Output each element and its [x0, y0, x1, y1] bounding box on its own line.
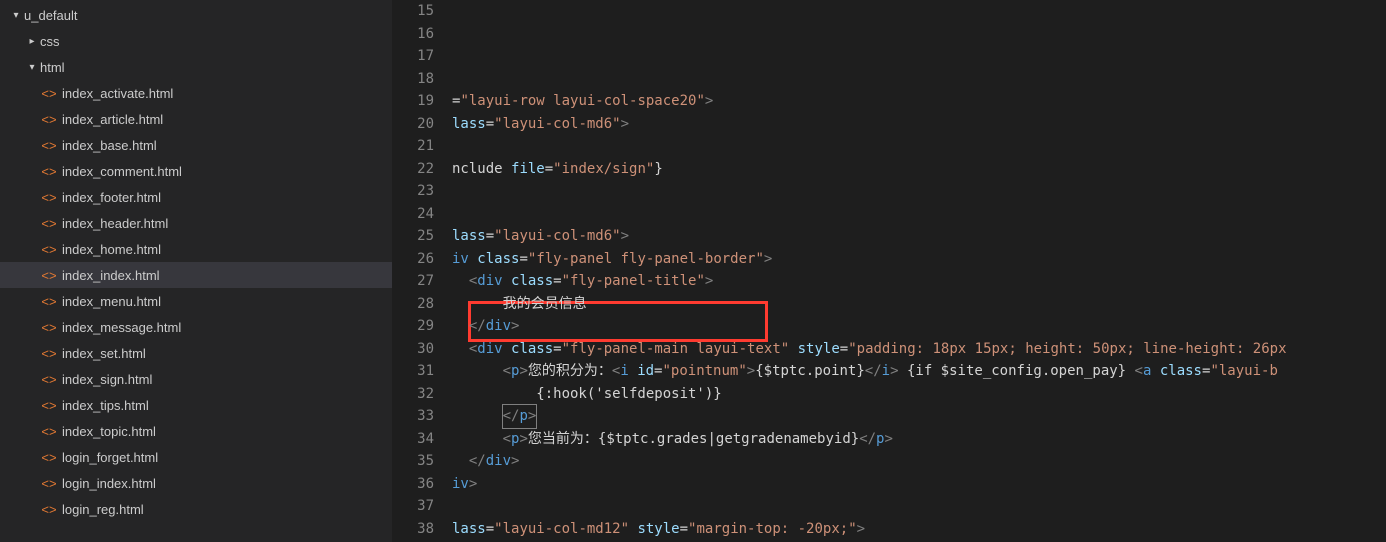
file-index_message-html[interactable]: <> index_message.html: [0, 314, 392, 340]
file-index_home-html[interactable]: <> index_home.html: [0, 236, 392, 262]
file-index_footer-html[interactable]: <> index_footer.html: [0, 184, 392, 210]
file-index_tips-html[interactable]: <> index_tips.html: [0, 392, 392, 418]
file-login_forget-html[interactable]: <> login_forget.html: [0, 444, 392, 470]
file-label: index_footer.html: [62, 190, 161, 205]
code-line-15[interactable]: [452, 68, 1386, 91]
code-line-21[interactable]: [452, 203, 1386, 226]
code-line-29[interactable]: {:hook('selfdeposit')}: [452, 383, 1386, 406]
html-file-icon: <>: [40, 138, 58, 153]
html-file-icon: <>: [40, 476, 58, 491]
file-label: index_set.html: [62, 346, 146, 361]
line-number-gutter: 1516171819202122232425262728293031323334…: [392, 0, 452, 542]
code-line-34[interactable]: [452, 495, 1386, 518]
file-label: index_message.html: [62, 320, 181, 335]
folder-root[interactable]: ▾ u_default: [0, 2, 392, 28]
file-index_base-html[interactable]: <> index_base.html: [0, 132, 392, 158]
file-login_reg-html[interactable]: <> login_reg.html: [0, 496, 392, 522]
file-index_set-html[interactable]: <> index_set.html: [0, 340, 392, 366]
html-file-icon: <>: [40, 164, 58, 179]
html-file-icon: <>: [40, 398, 58, 413]
code-area[interactable]: ="layui-row layui-col-space20">lass="lay…: [452, 0, 1386, 542]
html-file-icon: <>: [40, 450, 58, 465]
code-line-18[interactable]: [452, 135, 1386, 158]
file-explorer[interactable]: ▾ u_default ▸css▾html<>index_activate.ht…: [0, 0, 392, 542]
code-editor[interactable]: 1516171819202122232425262728293031323334…: [392, 0, 1386, 542]
html-file-icon: <>: [40, 294, 58, 309]
code-line-19[interactable]: nclude file="index/sign"}: [452, 158, 1386, 181]
html-file-icon: <>: [40, 190, 58, 205]
file-label: index_sign.html: [62, 372, 152, 387]
code-line-32[interactable]: </div>: [452, 450, 1386, 473]
file-index_sign-html[interactable]: <> index_sign.html: [0, 366, 392, 392]
folder-html[interactable]: ▾html: [0, 54, 392, 80]
file-label: index_home.html: [62, 242, 161, 257]
html-file-icon: <>: [40, 86, 58, 101]
code-line-24[interactable]: <div class="fly-panel-title">: [452, 270, 1386, 293]
file-index_activate-html[interactable]: <> index_activate.html: [0, 80, 392, 106]
file-index_header-html[interactable]: <> index_header.html: [0, 210, 392, 236]
file-label: index_topic.html: [62, 424, 156, 439]
code-line-20[interactable]: [452, 180, 1386, 203]
file-index_topic-html[interactable]: <> index_topic.html: [0, 418, 392, 444]
folder-css[interactable]: ▸css: [0, 28, 392, 54]
file-label: index_comment.html: [62, 164, 182, 179]
file-label: index_tips.html: [62, 398, 149, 413]
code-line-26[interactable]: </div>: [452, 315, 1386, 338]
file-label: login_index.html: [62, 476, 156, 491]
html-file-icon: <>: [40, 242, 58, 257]
code-line-23[interactable]: iv class="fly-panel fly-panel-border">: [452, 248, 1386, 271]
file-label: index_header.html: [62, 216, 168, 231]
file-login_index-html[interactable]: <> login_index.html: [0, 470, 392, 496]
file-index_comment-html[interactable]: <> index_comment.html: [0, 158, 392, 184]
code-line-30[interactable]: </p>: [452, 405, 1386, 428]
code-line-25[interactable]: 我的会员信息: [452, 293, 1386, 316]
code-line-35[interactable]: lass="layui-col-md12" style="margin-top:…: [452, 518, 1386, 541]
chevron-right-icon: ▸: [24, 36, 40, 47]
html-file-icon: <>: [40, 424, 58, 439]
file-index_menu-html[interactable]: <> index_menu.html: [0, 288, 392, 314]
html-file-icon: <>: [40, 502, 58, 517]
code-line-28[interactable]: <p>您的积分为：<i id="pointnum">{$tptc.point}<…: [452, 360, 1386, 383]
file-label: index_article.html: [62, 112, 163, 127]
code-line-17[interactable]: lass="layui-col-md6">: [452, 113, 1386, 136]
file-label: login_forget.html: [62, 450, 158, 465]
file-label: index_menu.html: [62, 294, 161, 309]
html-file-icon: <>: [40, 320, 58, 335]
file-label: index_activate.html: [62, 86, 173, 101]
folder-label: css: [40, 34, 60, 49]
folder-label: u_default: [24, 8, 78, 23]
file-label: login_reg.html: [62, 502, 144, 517]
code-line-27[interactable]: <div class="fly-panel-main layui-text" s…: [452, 338, 1386, 361]
code-line-33[interactable]: iv>: [452, 473, 1386, 496]
file-index_article-html[interactable]: <> index_article.html: [0, 106, 392, 132]
html-file-icon: <>: [40, 268, 58, 283]
html-file-icon: <>: [40, 216, 58, 231]
html-file-icon: <>: [40, 112, 58, 127]
file-index_index-html[interactable]: <> index_index.html: [0, 262, 392, 288]
file-label: index_index.html: [62, 268, 160, 283]
code-line-31[interactable]: <p>您当前为：{$tptc.grades|getgradenamebyid}<…: [452, 428, 1386, 451]
folder-label: html: [40, 60, 65, 75]
code-line-16[interactable]: ="layui-row layui-col-space20">: [452, 90, 1386, 113]
html-file-icon: <>: [40, 372, 58, 387]
html-file-icon: <>: [40, 346, 58, 361]
file-label: index_base.html: [62, 138, 157, 153]
chevron-down-icon: ▾: [8, 10, 24, 21]
chevron-down-icon: ▾: [24, 62, 40, 73]
selection-box: </p>: [503, 405, 537, 428]
code-line-22[interactable]: lass="layui-col-md6">: [452, 225, 1386, 248]
